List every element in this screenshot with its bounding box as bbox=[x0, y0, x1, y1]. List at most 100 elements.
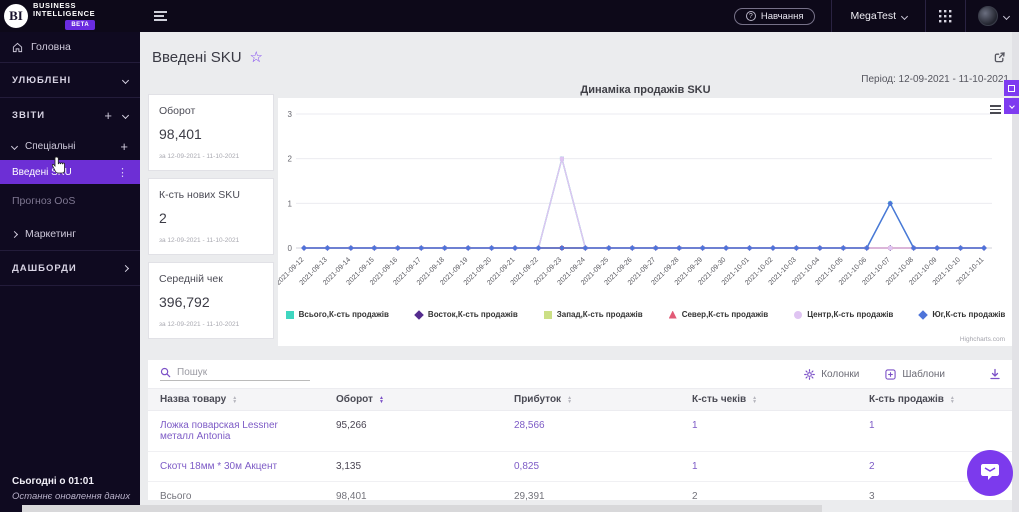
chart-plot-area[interactable]: 01232021-09-122021-09-132021-09-142021-0… bbox=[278, 98, 1013, 306]
kpi-card-oborot[interactable]: Оборот 98,401 за 12-09-2021 - 11-10-2021 bbox=[148, 94, 274, 171]
sort-icon[interactable]: ▲ ▼ bbox=[232, 395, 237, 404]
last-update-time: Сьогодні о 01:01 bbox=[12, 476, 94, 487]
training-button[interactable]: ? Навчання bbox=[733, 7, 816, 25]
sort-icon[interactable]: ▲ ▼ bbox=[379, 395, 384, 404]
sku-sales-chart: 0 1 2 3 2021-09-12 2021-09-13 2021-09-14 2021-0… bbox=[278, 98, 1013, 346]
chevron-right-icon bbox=[10, 230, 19, 238]
sort-icon[interactable]: ▲ ▼ bbox=[950, 395, 955, 404]
kebab-menu-icon[interactable]: ⋮ bbox=[117, 166, 128, 179]
columns-button[interactable]: Колонки bbox=[804, 369, 859, 380]
sidebar-item-vvedeni-sku[interactable]: Введені SKU ⋮ bbox=[0, 160, 140, 184]
header-label: Назва товару bbox=[160, 394, 227, 405]
user-menu[interactable] bbox=[966, 6, 1019, 26]
cell-oborot: 3,135 bbox=[336, 461, 362, 472]
sidebar-item-home[interactable]: Головна bbox=[0, 32, 140, 62]
marketing-label: Маркетинг bbox=[25, 228, 77, 240]
dashboards-label: ДАШБОРДИ bbox=[12, 262, 77, 274]
kpi-card-avg-check[interactable]: Середній чек 396,792 за 12-09-2021 - 11-… bbox=[148, 262, 274, 339]
search-icon bbox=[160, 367, 171, 378]
chat-button[interactable] bbox=[967, 450, 1013, 496]
reports-label: ЗВІТИ bbox=[12, 109, 46, 121]
legend-label: Центр,К-сть продажів bbox=[807, 310, 894, 319]
kpi-label: К-сть нових SKU bbox=[159, 189, 240, 201]
collapse-button[interactable] bbox=[1004, 98, 1019, 114]
sidebar-item-marketing[interactable]: Маркетинг bbox=[0, 218, 140, 250]
chart-legend: Всього,К-сть продажів Восток,К-сть продаж… bbox=[278, 309, 1013, 320]
sort-icon[interactable]: ▲ ▼ bbox=[567, 395, 572, 404]
table-toolbar: Колонки Шаблони bbox=[148, 360, 1013, 388]
chart-title: Динаміка продажів SKU bbox=[580, 84, 711, 96]
sort-icon[interactable]: ▲ ▼ bbox=[752, 395, 757, 404]
question-icon: ? bbox=[745, 11, 756, 21]
add-report-icon[interactable]: + bbox=[104, 108, 113, 123]
brand-line2: INTELLIGENCE bbox=[33, 9, 96, 18]
sidebar-section-reports[interactable]: ЗВІТИ + bbox=[0, 98, 140, 132]
product-name-link[interactable]: Ложка поварская Lessner металл Antonia bbox=[148, 411, 324, 451]
download-icon bbox=[990, 368, 1000, 380]
legend-marker-icon bbox=[414, 309, 424, 320]
search-box[interactable] bbox=[160, 367, 310, 381]
cell-oborot: 95,266 bbox=[336, 420, 367, 431]
download-button[interactable] bbox=[989, 368, 1001, 380]
waffle-icon bbox=[939, 9, 952, 22]
sidebar-section-favorites[interactable]: УЛЮБЛЕНІ bbox=[0, 63, 140, 97]
search-input[interactable] bbox=[177, 367, 297, 378]
highcharts-credit[interactable]: Highcharts.com bbox=[960, 336, 1005, 343]
sidebar-group-special[interactable]: Спеціальні + bbox=[0, 132, 140, 160]
kpi-value: 2 bbox=[159, 210, 167, 226]
kpi-label: Оборот bbox=[159, 105, 196, 117]
table-row[interactable]: Ложка поварская Lessner металл Antonia 9… bbox=[148, 411, 1013, 452]
add-special-icon[interactable]: + bbox=[120, 139, 128, 154]
chart-context-menu-icon[interactable] bbox=[990, 105, 1001, 114]
header-kst-prodazhiv[interactable]: К-сть продажів ▲ ▼ bbox=[857, 389, 1013, 410]
last-update-note: Останнє оновлення даних bbox=[12, 491, 131, 502]
sidebar: Головна УЛЮБЛЕНІ ЗВІТИ + Спеціальні + Вв… bbox=[0, 32, 140, 512]
main-content: Введені SKU ☆ Період: 12-09-2021 - 11-10… bbox=[140, 32, 1019, 512]
divider bbox=[0, 285, 140, 286]
workspace-name: MegaTest bbox=[850, 10, 896, 22]
workspace-dropdown[interactable]: MegaTest bbox=[832, 10, 925, 22]
favorites-label: УЛЮБЛЕНІ bbox=[12, 74, 72, 86]
legend-item[interactable]: Восток,К-сть продажів bbox=[414, 309, 518, 320]
kpi-column: Оборот 98,401 за 12-09-2021 - 11-10-2021… bbox=[148, 94, 274, 339]
kpi-value: 98,401 bbox=[159, 126, 202, 142]
table-row[interactable]: Скотч 18мм * 30м Акцент 3,135 0,825 1 2 bbox=[148, 452, 1013, 482]
avatar bbox=[978, 6, 998, 26]
sidebar-item-prognoz-oos[interactable]: Прогноз OoS bbox=[0, 184, 140, 218]
product-name-link[interactable]: Скотч 18мм * 30м Акцент bbox=[148, 452, 324, 481]
header-kst-chekiv[interactable]: К-сть чеків ▲ ▼ bbox=[680, 389, 857, 410]
chart-grid-button[interactable] bbox=[1004, 80, 1019, 96]
legend-item[interactable]: Всього,К-сть продажів bbox=[285, 310, 389, 319]
legend-label: Юг,К-сть продажів bbox=[932, 310, 1006, 319]
templates-button[interactable]: Шаблони bbox=[885, 369, 945, 380]
kpi-period: за 12-09-2021 - 11-10-2021 bbox=[159, 321, 240, 328]
page-title-text: Введені SKU bbox=[152, 48, 242, 66]
header-prybutok[interactable]: Прибуток ▲ ▼ bbox=[502, 389, 680, 410]
header-label: Оборот bbox=[336, 394, 373, 405]
data-point bbox=[559, 156, 564, 161]
sidebar-toggle-icon[interactable] bbox=[154, 11, 167, 21]
topbar-right: ? Навчання MegaTest bbox=[733, 0, 1019, 32]
header-nazva-tovaru[interactable]: Назва товару ▲ ▼ bbox=[148, 389, 324, 410]
legend-label: Запад,К-сть продажів bbox=[556, 310, 643, 319]
cell-prybutok: 28,566 bbox=[514, 420, 545, 431]
edge-buttons bbox=[1004, 80, 1019, 114]
legend-item[interactable]: Центр,К-сть продажів bbox=[794, 310, 893, 319]
header-oborot[interactable]: Оборот ▲ ▼ bbox=[324, 389, 502, 410]
legend-item[interactable]: Запад,К-сть продажів bbox=[543, 310, 643, 319]
sku-table-panel: Колонки Шаблони bbox=[148, 360, 1013, 502]
legend-item[interactable]: Север,К-сть продажів bbox=[668, 310, 768, 319]
kpi-card-new-sku[interactable]: К-сть нових SKU 2 за 12-09-2021 - 11-10-… bbox=[148, 178, 274, 255]
oos-label: Прогноз OoS bbox=[12, 195, 76, 207]
legend-item[interactable]: Юг,К-сть продажів bbox=[918, 309, 1006, 320]
active-report-label: Введені SKU bbox=[12, 166, 72, 178]
header-label: К-сть продажів bbox=[869, 394, 944, 405]
apps-grid-button[interactable] bbox=[926, 9, 965, 23]
share-link-icon[interactable] bbox=[994, 50, 1007, 63]
favorite-star-icon[interactable]: ☆ bbox=[250, 48, 263, 66]
legend-label: Всього,К-сть продажів bbox=[298, 310, 389, 319]
brand-logo[interactable]: BI BUSINESS INTELLIGENCE BETA bbox=[0, 0, 140, 32]
chevron-down-icon bbox=[1002, 12, 1011, 20]
sidebar-section-dashboards[interactable]: ДАШБОРДИ bbox=[0, 251, 140, 285]
header-label: К-сть чеків bbox=[692, 394, 747, 405]
